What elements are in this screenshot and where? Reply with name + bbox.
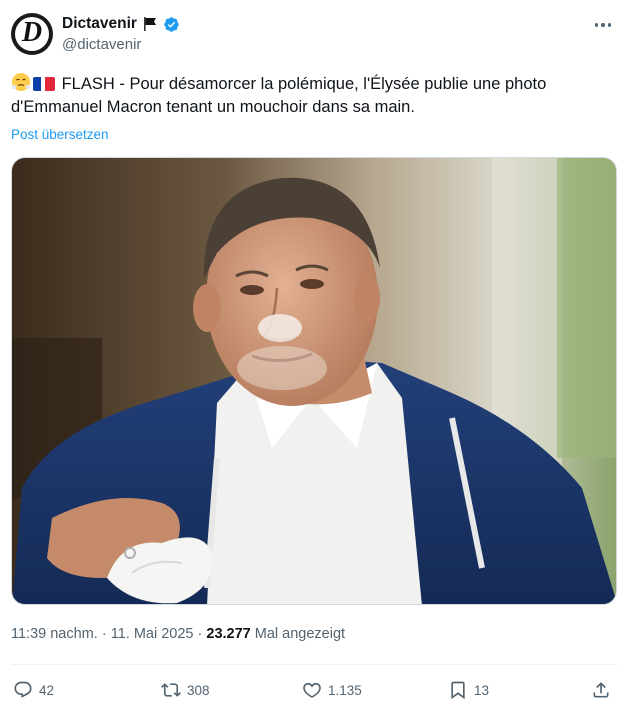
- photo-man-with-tissue: [12, 158, 616, 604]
- repost-icon: [161, 683, 181, 697]
- repost-count: 308: [187, 682, 210, 698]
- author-handle[interactable]: @dictavenir: [62, 36, 180, 53]
- dot: [607, 23, 612, 27]
- tweet-metadata: 11:39 nachm. · 11. Mai 2025 · 23.277 Mal…: [11, 626, 345, 642]
- bookmark-count: 13: [474, 682, 490, 698]
- like-count: 1.135: [328, 682, 362, 698]
- avatar[interactable]: D: [11, 13, 53, 55]
- more-options-button[interactable]: [593, 17, 613, 33]
- black-flag-icon: [143, 17, 156, 31]
- bookmark-button[interactable]: 13: [448, 676, 489, 704]
- share-button[interactable]: [591, 676, 611, 704]
- tweet-text-line1: FLASH - Pour désamorcer la polémique, l'…: [61, 75, 547, 93]
- meta-separator: ·: [197, 626, 203, 642]
- share-icon: [593, 682, 609, 698]
- meta-separator: ·: [101, 626, 107, 642]
- tweet-photo[interactable]: [11, 157, 617, 605]
- tweet-text: FLASH - Pour désamorcer la polémique, l'…: [11, 72, 617, 119]
- tweet-text-line2: d'Emmanuel Macron tenant un mouchoir dan…: [11, 98, 415, 116]
- tweet-header: D Dictavenir @dictavenir: [11, 11, 617, 61]
- dot: [601, 23, 605, 27]
- views-label: Mal angezeigt: [254, 626, 346, 642]
- avatar-inner: D: [15, 17, 49, 51]
- reply-icon: [14, 681, 32, 698]
- avatar-letter: D: [21, 17, 43, 48]
- display-name[interactable]: Dictavenir: [62, 15, 137, 33]
- reply-button[interactable]: 42: [13, 676, 54, 704]
- french-flag-emoji: [33, 77, 55, 91]
- reply-count: 42: [39, 682, 55, 698]
- tweet-date[interactable]: 11. Mai 2025: [111, 626, 194, 642]
- bookmark-icon: [451, 681, 465, 700]
- dot: [594, 23, 599, 27]
- verified-badge-icon: [164, 16, 179, 32]
- translate-post-link[interactable]: Post übersetzen: [11, 127, 109, 142]
- face-with-steam-emoji: [11, 73, 31, 91]
- heart-icon: [303, 682, 321, 698]
- action-bar: 42 308 1.135 13: [11, 676, 617, 704]
- author-names: Dictavenir @dictavenir: [62, 13, 180, 53]
- repost-button[interactable]: 308: [161, 676, 210, 704]
- display-name-row: Dictavenir: [62, 13, 180, 35]
- views-count: 23.277: [206, 626, 251, 642]
- divider: [11, 664, 617, 665]
- tweet-time[interactable]: 11:39 nachm.: [11, 626, 98, 642]
- like-button[interactable]: 1.135: [302, 676, 362, 704]
